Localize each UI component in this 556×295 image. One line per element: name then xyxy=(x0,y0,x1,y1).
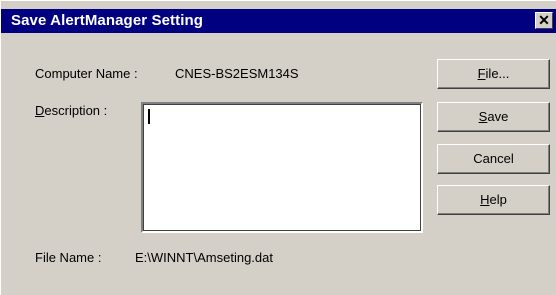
save-alertmanager-dialog: Save AlertManager Setting ✕ Computer Nam… xyxy=(0,0,556,295)
description-textarea[interactable] xyxy=(141,102,423,233)
file-button-mnemonic: F xyxy=(477,66,486,81)
close-icon: ✕ xyxy=(538,12,550,28)
file-button-label: ile... xyxy=(485,66,510,81)
computer-name-value: CNES-BS2ESM134S xyxy=(175,66,299,81)
cancel-button[interactable]: Cancel xyxy=(437,144,550,174)
close-button[interactable]: ✕ xyxy=(535,12,553,29)
window-title: Save AlertManager Setting xyxy=(11,12,203,29)
file-name-label: File Name : xyxy=(35,250,102,265)
help-button[interactable]: Help xyxy=(437,185,550,215)
file-name-value: E:\WINNT\Amseting.dat xyxy=(135,250,273,265)
text-caret xyxy=(148,109,150,124)
save-button-label: ave xyxy=(487,109,509,124)
help-button-label: elp xyxy=(489,192,507,207)
description-label-rest: escription : xyxy=(44,103,108,118)
description-label-mnemonic: D xyxy=(35,103,45,118)
save-button[interactable]: Save xyxy=(437,102,550,132)
cancel-button-label: Cancel xyxy=(473,151,514,166)
title-bar[interactable]: Save AlertManager Setting ✕ xyxy=(1,9,556,33)
file-button[interactable]: File... xyxy=(437,59,550,89)
description-label: Description : xyxy=(35,103,107,118)
computer-name-label: Computer Name : xyxy=(35,66,138,81)
help-button-mnemonic: H xyxy=(480,192,490,207)
